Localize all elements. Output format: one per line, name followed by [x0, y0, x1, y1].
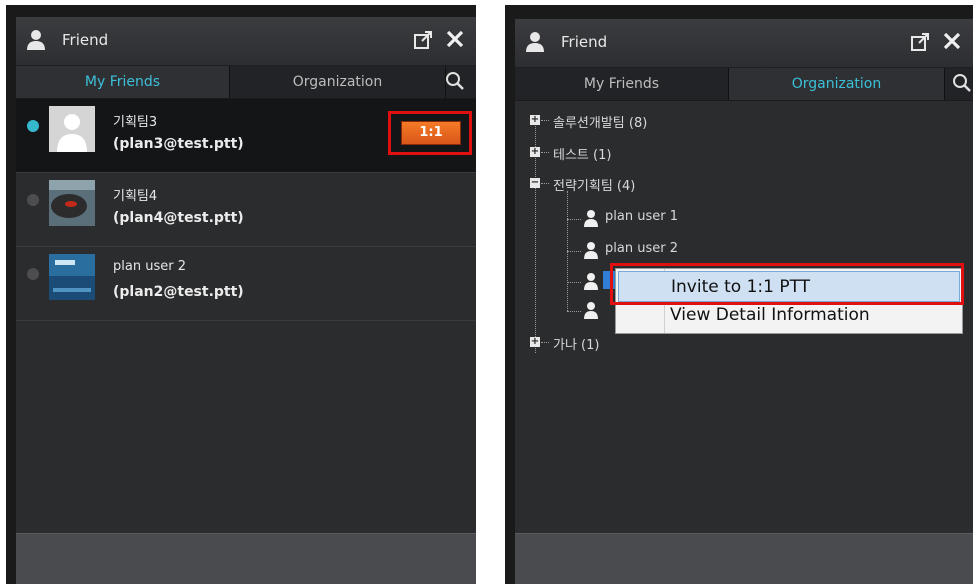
- menu-item-view-detail[interactable]: View Detail Information: [616, 302, 962, 333]
- friend-list: 기획팀3 (plan3@test.ptt) 1:1 기획팀4 (plan4@te…: [16, 99, 476, 528]
- avatar: [49, 106, 95, 152]
- avatar: [49, 180, 95, 226]
- close-icon[interactable]: [444, 28, 466, 50]
- tab-organization[interactable]: Organization: [230, 66, 446, 98]
- tree-connector: [541, 152, 549, 153]
- tree-node-label[interactable]: 전략기획팀 (4): [553, 175, 635, 194]
- close-icon[interactable]: [941, 30, 963, 52]
- friend-name: 기획팀3: [113, 115, 158, 130]
- tree-connector: [567, 282, 581, 283]
- footer-bar: [16, 533, 476, 584]
- window-title: Friend: [62, 31, 109, 49]
- popout-icon[interactable]: [909, 31, 931, 53]
- tree-connector: [567, 251, 581, 252]
- tab-my-friends[interactable]: My Friends: [515, 68, 729, 100]
- friend-email: (plan3@test.ptt): [113, 136, 244, 152]
- footer-bar: [515, 533, 973, 584]
- tree-node-label[interactable]: 가나 (1): [553, 334, 599, 353]
- expand-icon[interactable]: +: [530, 115, 540, 125]
- tab-bar: My Friends Organization: [515, 68, 973, 101]
- tree-connector: [567, 311, 581, 312]
- title-bar[interactable]: Friend: [16, 17, 476, 66]
- search-icon[interactable]: [945, 68, 973, 100]
- highlight-box: [388, 111, 472, 155]
- tree-connector: [541, 342, 549, 343]
- menu-item-label: View Detail Information: [670, 305, 870, 325]
- user-icon: [584, 210, 598, 227]
- popout-icon[interactable]: [412, 29, 434, 51]
- tree-connector: [541, 183, 549, 184]
- offline-status-dot: [27, 194, 39, 206]
- friend-name: 기획팀4: [113, 189, 158, 204]
- friend-item[interactable]: 기획팀3 (plan3@test.ptt) 1:1: [16, 99, 476, 173]
- tab-my-friends[interactable]: My Friends: [16, 66, 230, 98]
- user-icon: [584, 302, 598, 319]
- tree-user-label[interactable]: plan user 2: [605, 241, 678, 256]
- friend-email: (plan2@test.ptt): [113, 284, 244, 300]
- friend-window-body: Friend My Friends Organization 기획팀3 (pla…: [16, 17, 476, 584]
- friend-window-left: Friend My Friends Organization 기획팀3 (pla…: [6, 5, 476, 584]
- tab-bar: My Friends Organization: [16, 66, 476, 99]
- user-icon: [584, 273, 598, 290]
- tree-node-label[interactable]: 테스트 (1): [553, 144, 611, 163]
- tree-connector: [541, 120, 549, 121]
- tree-user-label[interactable]: plan user 1: [605, 209, 678, 224]
- search-icon[interactable]: [436, 66, 476, 98]
- friend-window-right: Friend My Friends Organization + 솔루션개발팀 …: [505, 5, 973, 584]
- highlight-box: [610, 263, 964, 305]
- friend-name: plan user 2: [113, 259, 186, 274]
- collapse-icon[interactable]: −: [530, 178, 540, 188]
- person-icon: [526, 32, 544, 52]
- tab-organization[interactable]: Organization: [729, 68, 945, 100]
- expand-icon[interactable]: +: [530, 147, 540, 157]
- person-icon: [27, 30, 45, 50]
- online-status-dot: [27, 120, 39, 132]
- friend-item[interactable]: 기획팀4 (plan4@test.ptt): [16, 173, 476, 247]
- tree-node-label[interactable]: 솔루션개발팀 (8): [553, 112, 647, 131]
- window-title: Friend: [561, 33, 608, 51]
- title-bar[interactable]: Friend: [515, 19, 973, 68]
- avatar: [49, 254, 95, 300]
- expand-icon[interactable]: +: [530, 337, 540, 347]
- friend-item[interactable]: plan user 2 (plan2@test.ptt): [16, 247, 476, 321]
- friend-email: (plan4@test.ptt): [113, 210, 244, 226]
- offline-status-dot: [27, 268, 39, 280]
- tree-connector: [567, 219, 581, 220]
- user-icon: [584, 242, 598, 259]
